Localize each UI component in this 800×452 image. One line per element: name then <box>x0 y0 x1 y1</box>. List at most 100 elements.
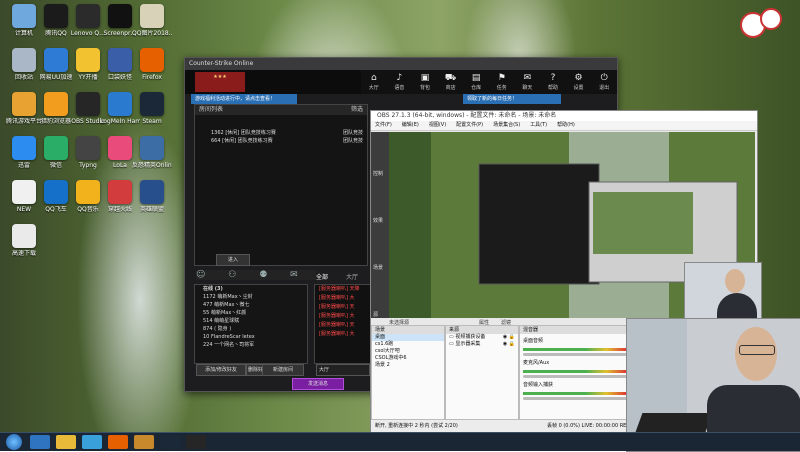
nav-icon: ▣ <box>420 73 430 83</box>
obs-side-panel: 控制 效果 场景源 <box>371 132 389 318</box>
chat-icon-3[interactable]: ⚉ <box>259 270 267 280</box>
chat-tab-lobby[interactable]: 大厅 <box>346 272 358 281</box>
app-icon <box>76 4 100 28</box>
app-icon <box>76 92 100 116</box>
cso-title: Counter-Strike Online <box>185 58 617 70</box>
floating-assistant-icon[interactable] <box>740 8 782 38</box>
send-message-button[interactable]: 发送消息 <box>292 378 344 390</box>
nav-label: 退出 <box>599 85 610 91</box>
room-row[interactable]: 1362 [休闲] 团队竞技练习赛 团队竞技 <box>195 129 367 137</box>
friend-row[interactable]: 224 一个网名丶司将军 <box>195 341 307 349</box>
friend-name: FlandreScar letex <box>210 334 255 340</box>
friend-id: 514 <box>203 318 213 324</box>
cso-nav-item[interactable]: ⏻ 退出 <box>591 70 617 94</box>
room-filter-button[interactable]: 筛选 <box>351 105 363 115</box>
taskbar-app-firefox-icon[interactable] <box>108 435 128 449</box>
taskbar-app-steam-icon[interactable] <box>160 435 180 449</box>
cso-nav-item[interactable]: ⚙ 设置 <box>566 70 592 94</box>
scene-item[interactable]: CSOL游戏中6 <box>372 355 444 362</box>
desktop-icon-label: QQ图片2018… <box>132 30 172 37</box>
news-ticker-right[interactable]: 领取了新的每日任务！ <box>463 94 561 104</box>
cso-nav-item[interactable]: ✉ 聊天 <box>515 70 541 94</box>
nav-label: 帮助 <box>547 85 558 91</box>
room-name: [休闲] 团队竞技练习赛 <box>225 130 276 136</box>
nav-icon: ⚑ <box>497 73 506 83</box>
app-icon <box>12 92 36 116</box>
friend-row[interactable]: 514 萌萌星球赋 <box>195 317 307 325</box>
nav-icon: ⚙ <box>574 73 583 83</box>
taskbar-app-qq-game-icon[interactable] <box>82 435 102 449</box>
scene-item[interactable]: cs1.6跑 <box>372 341 444 348</box>
cso-nav-item[interactable]: ⚑ 任务 <box>489 70 515 94</box>
desktop-icon[interactable]: Firefox <box>132 48 172 81</box>
obs-side-label[interactable]: 效果 <box>371 215 389 226</box>
chat-icon-2[interactable]: ⚇ <box>228 270 236 280</box>
desktop-icon[interactable]: QQ图片2018… <box>132 4 172 37</box>
news-ticker-left[interactable]: 游戏福利活动进行中，请点击查看！ <box>191 94 297 104</box>
obs-side-label[interactable]: 场景 <box>371 262 389 273</box>
glasses-visual <box>739 345 775 355</box>
chat-icon-1[interactable]: ☺ <box>196 270 205 280</box>
cso-nav-item[interactable]: ⛟ 商店 <box>438 70 464 94</box>
taskbar-app-csol-icon[interactable] <box>134 435 154 449</box>
taskbar-app-ie-icon[interactable] <box>30 435 50 449</box>
cso-nav-item[interactable]: ▤ 仓库 <box>463 70 489 94</box>
cso-nav-item[interactable]: ▣ 背包 <box>412 70 438 94</box>
desktop-icon[interactable]: 高速下载 <box>4 224 44 257</box>
nav-icon: ▤ <box>471 73 481 83</box>
friend-id: 10 <box>203 334 210 340</box>
scene-item[interactable]: 场景 2 <box>372 362 444 369</box>
visibility-eye-icon[interactable]: ◉ 🔒 <box>503 334 518 341</box>
volume-slider[interactable] <box>523 397 627 400</box>
obs-menu-item[interactable]: 帮助(H) <box>557 122 575 128</box>
obs-menu-item[interactable]: 编辑(E) <box>402 122 419 128</box>
app-icon <box>140 92 164 116</box>
app-icon <box>108 136 132 160</box>
nav-icon: ? <box>550 73 556 83</box>
friend-name: 萌萌星球赋 <box>214 318 240 324</box>
desktop-icon[interactable]: Steam <box>132 92 172 125</box>
desktop-icon[interactable]: 英雄联盟 <box>132 180 172 213</box>
obs-menu-item[interactable]: 场景集合(S) <box>493 122 520 128</box>
friend-row[interactable]: 55 萌新Max丶红颜 <box>195 309 307 317</box>
add-friend-button[interactable]: 添加/修改好友 <box>196 364 246 376</box>
obs-menu-item[interactable]: 配置文件(P) <box>456 122 483 128</box>
new-room-button[interactable]: 新建房间 <box>262 364 304 376</box>
friend-row[interactable]: 477 萌新Max丶微七 <box>195 301 307 309</box>
scene-item[interactable]: 桌面 <box>372 334 444 341</box>
source-item[interactable]: ▭ 视频捕获设备 ◉ 🔒 <box>446 334 518 341</box>
volume-slider[interactable] <box>523 353 627 356</box>
start-button[interactable] <box>6 434 22 450</box>
friend-row[interactable]: 874 ( 隐身 ) <box>195 325 307 333</box>
channel-select[interactable]: 大厅 <box>316 364 370 376</box>
chat-icon-4[interactable]: ✉ <box>290 270 298 280</box>
visibility-eye-icon[interactable]: ◉ 🔒 <box>503 341 518 348</box>
app-icon <box>12 48 36 72</box>
obs-menu-item[interactable]: 工具(T) <box>530 122 547 128</box>
friend-id: 224 <box>203 342 213 348</box>
source-item[interactable]: ▭ 显示器采集 ◉ 🔒 <box>446 341 518 348</box>
desktop-icon[interactable]: 反恐精英Online <box>132 136 172 169</box>
taskbar-app-obs-icon[interactable] <box>186 435 206 449</box>
nav-label: 设置 <box>573 85 584 91</box>
taskbar-app-explorer-icon[interactable] <box>56 435 76 449</box>
obs-menu-item[interactable]: 文件(F) <box>375 122 392 128</box>
app-icon <box>44 180 68 204</box>
obs-menu-item[interactable]: 视图(V) <box>429 122 446 128</box>
friend-row[interactable]: 1172 萌新Max丶尘封 <box>195 293 307 301</box>
enter-room-button[interactable]: 进入 <box>216 254 250 266</box>
source-label: 视频捕获设备 <box>455 334 486 340</box>
chat-tab-all[interactable]: 全部 <box>316 272 328 281</box>
room-row[interactable]: 664 [休闲] 团队竞技练习赛 团队竞技 <box>195 137 367 145</box>
obs-side-label[interactable]: 源 <box>371 309 389 320</box>
app-icon <box>44 92 68 116</box>
friend-row[interactable]: 10 FlandreScar letex <box>195 333 307 341</box>
scene-item[interactable]: csol大厅吧 <box>372 348 444 355</box>
obs-side-label[interactable]: 控制 <box>371 168 389 179</box>
cso-nav-item[interactable]: ⌂ 大厅 <box>361 70 387 94</box>
cso-nav-item[interactable]: ♪ 语音 <box>387 70 413 94</box>
volume-slider[interactable] <box>523 375 627 378</box>
cso-nav-item[interactable]: ? 帮助 <box>540 70 566 94</box>
source-label: 显示器采集 <box>455 341 481 347</box>
volume-meter <box>523 392 627 395</box>
